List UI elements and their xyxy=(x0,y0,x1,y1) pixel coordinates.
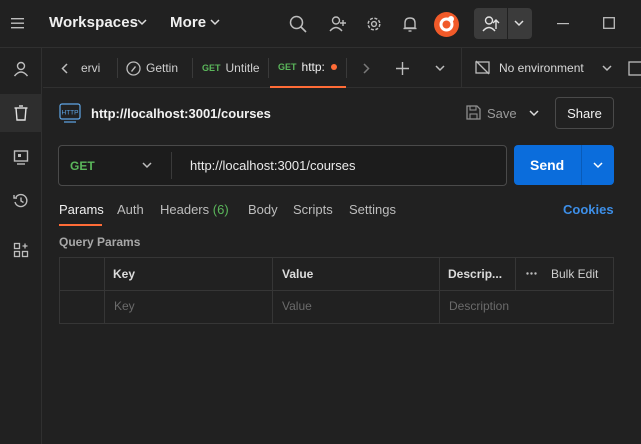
user-upgrade-icon[interactable] xyxy=(482,15,500,33)
http-request-icon: HTTP xyxy=(58,101,82,125)
query-params-heading: Query Params xyxy=(59,235,141,249)
tab-getting-started[interactable]: Gettin xyxy=(126,48,178,88)
more-menu[interactable]: More xyxy=(170,14,206,31)
workspaces-menu[interactable]: Workspaces xyxy=(49,14,138,31)
active-tab-indicator xyxy=(59,224,102,226)
bulk-edit-button[interactable]: Bulk Edit xyxy=(551,267,598,281)
tab-divider xyxy=(117,58,118,78)
column-header-description: Descrip... xyxy=(448,267,503,281)
chevron-down-icon[interactable] xyxy=(514,20,524,27)
environment-chevron-down-icon[interactable] xyxy=(602,65,612,72)
svg-text:HTTP: HTTP xyxy=(62,110,79,117)
tab-label: http: xyxy=(301,60,325,74)
save-options-chevron-down-icon[interactable] xyxy=(529,110,539,117)
tab-auth[interactable]: Auth xyxy=(117,202,144,217)
no-environment-icon xyxy=(475,60,490,75)
sidebar-item-account[interactable] xyxy=(0,50,42,88)
share-button[interactable]: Share xyxy=(555,97,614,129)
environment-selector[interactable]: No environment xyxy=(499,61,584,75)
chevron-down-icon[interactable] xyxy=(210,19,220,26)
tab-label: Untitle xyxy=(225,61,260,75)
unsaved-dot-icon xyxy=(330,64,337,70)
param-value-input[interactable]: Value xyxy=(282,299,312,313)
sidebar-item-collections[interactable] xyxy=(0,94,42,132)
notifications-bell-icon[interactable] xyxy=(402,15,418,33)
tab-active-request[interactable]: GET http: xyxy=(270,48,346,88)
tab-method: GET xyxy=(202,63,221,73)
method-url-divider xyxy=(171,152,172,179)
user-icon xyxy=(13,61,29,77)
tab-label: Gettin xyxy=(146,61,179,75)
send-button-label[interactable]: Send xyxy=(530,157,564,173)
tab-headers[interactable]: Headers (6) xyxy=(160,202,229,217)
param-key-input[interactable]: Key xyxy=(114,299,135,313)
param-description-input[interactable]: Description xyxy=(449,299,509,313)
tab-request-1[interactable]: ervi xyxy=(81,48,100,88)
more-options-icon[interactable] xyxy=(526,272,537,275)
getting-started-icon xyxy=(126,60,141,76)
cookies-link[interactable]: Cookies xyxy=(563,202,614,217)
hamburger-menu-icon[interactable] xyxy=(11,17,25,29)
headers-count-badge: (6) xyxy=(212,202,229,217)
tab-label: ervi xyxy=(81,61,101,75)
history-clock-icon xyxy=(13,193,28,208)
url-input[interactable]: http://localhost:3001/courses xyxy=(190,158,356,173)
table-header-divider xyxy=(59,290,614,291)
column-divider xyxy=(104,257,105,324)
chevron-down-icon[interactable] xyxy=(137,19,147,26)
minimize-window-icon[interactable] xyxy=(557,23,569,25)
environment-icon xyxy=(13,150,29,165)
add-grid-icon xyxy=(13,242,29,258)
send-divider xyxy=(581,145,582,185)
send-options-chevron-down-icon[interactable] xyxy=(593,162,603,169)
tab-divider xyxy=(346,58,347,78)
invite-user-icon[interactable] xyxy=(329,15,347,33)
account-switcher-divider xyxy=(507,8,508,39)
column-divider xyxy=(515,257,516,290)
column-header-value: Value xyxy=(282,267,314,281)
search-icon[interactable] xyxy=(289,15,307,33)
scroll-tabs-left-icon[interactable] xyxy=(61,63,68,74)
scroll-tabs-right-icon[interactable] xyxy=(363,63,370,74)
tab-divider xyxy=(268,58,269,78)
tab-params[interactable]: Params xyxy=(59,202,104,217)
column-divider xyxy=(439,257,440,324)
method-chevron-down-icon[interactable] xyxy=(142,162,152,169)
request-title[interactable]: http://localhost:3001/courses xyxy=(91,106,271,121)
trash-can-icon xyxy=(14,105,28,121)
column-header-key: Key xyxy=(113,267,136,281)
sidebar-item-history[interactable] xyxy=(0,182,42,220)
new-tab-plus-icon[interactable] xyxy=(396,62,409,75)
tab-scripts[interactable]: Scripts xyxy=(293,202,333,217)
tab-method: GET xyxy=(278,62,297,72)
settings-gear-icon[interactable] xyxy=(365,15,383,33)
save-disk-icon[interactable] xyxy=(466,105,481,120)
avatar[interactable] xyxy=(434,12,459,37)
tab-headers-label: Headers xyxy=(160,202,210,217)
tab-divider xyxy=(192,58,193,78)
column-divider xyxy=(272,257,273,324)
environment-divider xyxy=(461,48,462,88)
environment-quick-look-icon[interactable] xyxy=(628,61,641,76)
tab-untitled-request[interactable]: GET Untitle xyxy=(202,48,260,88)
tab-settings[interactable]: Settings xyxy=(349,202,396,217)
maximize-window-icon[interactable] xyxy=(603,17,615,29)
tab-body[interactable]: Body xyxy=(248,202,278,217)
method-select[interactable]: GET xyxy=(70,159,95,173)
sidebar-item-apis[interactable] xyxy=(0,231,42,269)
save-button[interactable]: Save xyxy=(487,106,517,121)
tabs-menu-chevron-down-icon[interactable] xyxy=(435,65,445,72)
sidebar-item-environments[interactable] xyxy=(0,138,42,176)
